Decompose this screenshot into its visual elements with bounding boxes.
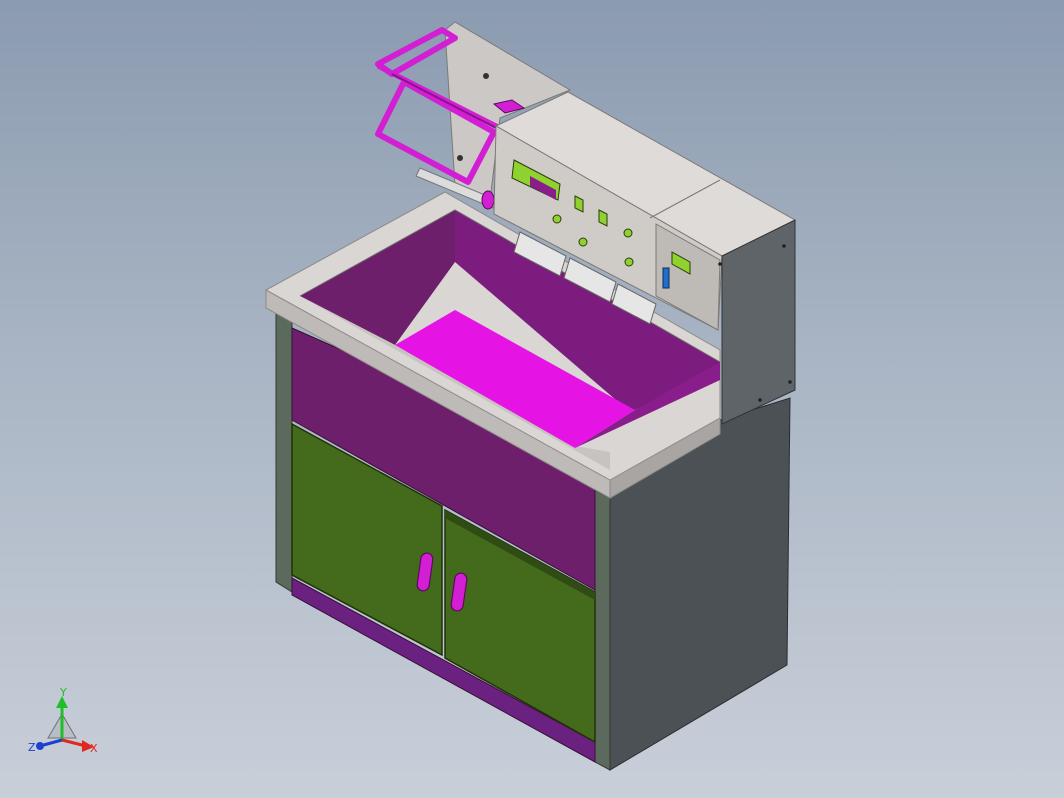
triad-z-label: Z [28,741,36,754]
triad-y-label: Y [59,686,67,699]
indicator-light-4[interactable] [624,257,634,267]
indicator-light-3[interactable] [578,237,588,247]
indicator-light-2[interactable] [623,228,633,238]
control-switch[interactable] [662,267,670,289]
view-triad[interactable]: Y X Z [28,686,98,755]
lid-frame-top[interactable] [375,27,458,77]
model-canvas[interactable]: Y X Z [0,0,1064,798]
graphics-viewport[interactable]: Y X Z [0,0,1064,798]
indicator-light-1[interactable] [552,214,562,224]
triad-x-label: X [90,742,98,755]
cabinet-front-pillar [594,489,611,771]
cabinet-left-pillar [275,309,293,593]
control-box-right [721,219,796,425]
